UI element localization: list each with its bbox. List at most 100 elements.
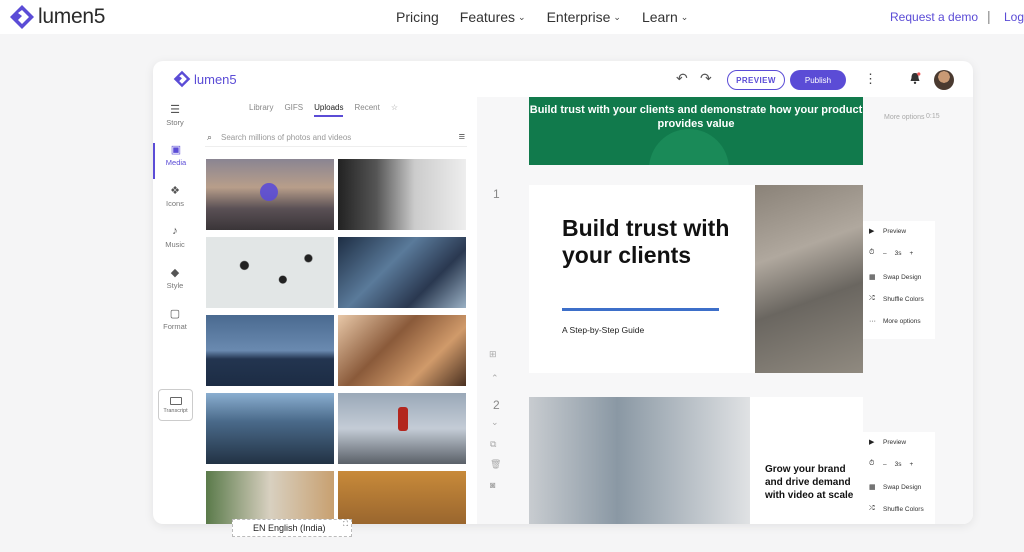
tab-recent[interactable]: Recent — [354, 103, 379, 117]
timer-icon: ⏱ — [869, 249, 875, 256]
login-link[interactable]: Log — [1004, 10, 1024, 24]
site-logo[interactable]: lumen5 — [9, 4, 105, 30]
more-options-control[interactable]: ··· More options — [869, 318, 921, 325]
shuffle-label: Shuffle Colors — [883, 295, 924, 303]
rail-item-story[interactable]: ☰ Story — [153, 103, 197, 139]
trash-icon[interactable]: 🗑 — [490, 459, 501, 470]
scene-card[interactable]: Build trust with your clients A Step-by-… — [529, 185, 863, 373]
undo-icon[interactable]: ↶ — [676, 70, 688, 87]
nav-pricing[interactable]: Pricing — [396, 9, 439, 25]
bell-icon[interactable] — [908, 71, 922, 85]
duration-control[interactable]: ⏱ – 3s + — [869, 249, 921, 257]
shuffle-colors-control[interactable]: ⤮ Shuffle Colors — [869, 295, 924, 303]
tab-gifs[interactable]: GIFS — [284, 103, 303, 117]
scene-number: 1 — [493, 187, 500, 201]
rail-label: Style — [166, 281, 184, 290]
chevron-up-icon[interactable]: ⌃ — [491, 373, 499, 384]
scene-photo[interactable] — [529, 397, 750, 524]
user-avatar[interactable] — [934, 70, 954, 90]
language-label: EN English (India) — [253, 523, 326, 533]
nav-features[interactable]: Features ⌄ — [460, 9, 526, 25]
rail-item-music[interactable]: ♪ Music — [153, 225, 197, 261]
site-nav: lumen5 Pricing Features ⌄ Enterprise ⌄ L… — [0, 0, 1024, 34]
nav-learn-label: Learn — [641, 9, 678, 25]
request-demo-link[interactable]: Request a demo — [890, 10, 978, 24]
play-icon: ▶ — [869, 439, 875, 446]
media-thumbnail[interactable] — [206, 471, 334, 524]
scene-duration: 0:15 — [926, 113, 940, 120]
duplicate-icon[interactable]: ⧉ — [490, 439, 496, 450]
nav-separator: | — [987, 8, 991, 24]
rail-item-format[interactable]: ▢ Format — [153, 307, 197, 343]
preview-control[interactable]: ▶ Preview — [869, 227, 906, 236]
story-icon: ☰ — [170, 104, 180, 116]
icons-icon: ❖ — [170, 185, 180, 197]
media-thumbnail[interactable] — [338, 315, 466, 386]
shuffle-colors-control[interactable]: ⤮ Shuffle Colors — [869, 505, 924, 513]
media-thumbnail[interactable] — [338, 471, 466, 524]
scene-card[interactable]: Build trust with your clients and demons… — [529, 97, 863, 165]
decrease-duration-button[interactable]: – — [883, 250, 887, 257]
swap-design-control[interactable]: ▦ Swap Design — [869, 273, 922, 282]
rail-item-media[interactable]: ▣ Media — [153, 143, 197, 179]
increase-duration-button[interactable]: + — [910, 250, 914, 257]
camera-icon[interactable]: ◙ — [490, 480, 495, 490]
nav-learn[interactable]: Learn ⌄ — [642, 9, 688, 25]
editor-brand-name: lumen5 — [194, 71, 237, 87]
transcript-label: Transcript — [163, 407, 188, 414]
publish-button[interactable]: Publish — [790, 70, 846, 90]
media-search[interactable]: ⌕ Search millions of photos and videos ≡ — [205, 129, 467, 147]
swap-label: Swap Design — [883, 273, 922, 281]
chevron-down-icon[interactable]: ⌄ — [491, 417, 499, 428]
transcript-icon — [169, 396, 182, 405]
search-icon: ⌕ — [207, 132, 213, 142]
rail-label: Music — [165, 240, 185, 249]
decrease-duration-button[interactable]: – — [883, 461, 887, 468]
media-thumbnail[interactable] — [338, 393, 466, 464]
duration-control[interactable]: ⏱ – 3s + — [869, 460, 921, 468]
media-thumbnail[interactable] — [206, 393, 334, 464]
divider — [562, 308, 719, 311]
lumen5-logo-icon — [173, 70, 191, 88]
shuffle-icon: ⤮ — [869, 295, 875, 302]
scene-card[interactable]: Grow your brand and drive demand with vi… — [529, 397, 863, 524]
language-selector[interactable]: EN English (India) ⛶ — [232, 519, 352, 537]
redo-icon[interactable]: ↷ — [700, 70, 712, 87]
increase-duration-button[interactable]: + — [910, 461, 914, 468]
cursor-indicator — [260, 183, 278, 201]
media-thumbnail[interactable] — [206, 315, 334, 386]
rail-item-style[interactable]: ◆ Style — [153, 266, 197, 302]
editor-window: lumen5 ↶ ↷ PREVIEW Publish ⋮ ☰ Story ▣ M… — [153, 61, 973, 524]
lumen5-logo-icon — [10, 5, 34, 29]
transcript-button[interactable]: Transcript — [158, 389, 193, 421]
play-icon: ▶ — [869, 228, 875, 235]
scene-more-options[interactable]: More options — [884, 114, 924, 121]
rail-item-icons[interactable]: ❖ Icons — [153, 184, 197, 220]
tab-library[interactable]: Library — [249, 103, 273, 117]
hiker-figure — [398, 407, 408, 431]
add-scene-icon[interactable]: ⊞ — [489, 349, 497, 360]
star-icon[interactable]: ☆ — [391, 103, 398, 117]
preview-label: Preview — [883, 438, 907, 446]
editor-header: lumen5 ↶ ↷ PREVIEW Publish ⋮ — [153, 61, 973, 97]
media-thumbnail[interactable] — [338, 237, 466, 308]
rail-label: Icons — [166, 199, 184, 208]
nav-enterprise[interactable]: Enterprise ⌄ — [547, 9, 621, 25]
scene-text: Build trust with your clients and demons… — [529, 104, 863, 130]
search-input[interactable]: Search millions of photos and videos — [221, 133, 351, 142]
preview-button[interactable]: PREVIEW — [727, 70, 785, 90]
filter-icon[interactable]: ≡ — [459, 131, 465, 143]
scene-controls: ▶ Preview ⏱ – 3s + ▦ Swap Design ⤮ Shuff… — [863, 221, 935, 339]
media-thumbnail[interactable] — [206, 159, 334, 230]
tab-uploads[interactable]: Uploads — [314, 103, 344, 117]
scene-photo[interactable] — [755, 185, 863, 373]
media-thumbnail[interactable] — [338, 159, 466, 230]
swap-design-control[interactable]: ▦ Swap Design — [869, 483, 921, 492]
shuffle-icon: ⤮ — [869, 505, 875, 512]
resize-handle-icon[interactable]: ⛶ — [343, 521, 348, 529]
chevron-down-icon: ⌄ — [680, 11, 689, 22]
preview-control[interactable]: ▶ Preview — [869, 438, 907, 447]
more-vertical-icon[interactable]: ⋮ — [864, 71, 877, 87]
media-thumbnail[interactable] — [206, 237, 334, 308]
timer-icon: ⏱ — [869, 460, 875, 467]
